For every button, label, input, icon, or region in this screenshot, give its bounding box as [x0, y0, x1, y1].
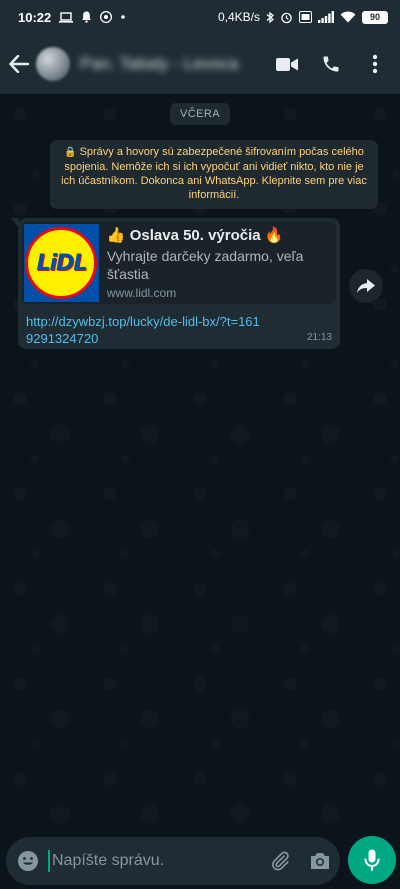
message-time: 21:13: [306, 332, 332, 343]
more-options-button[interactable]: [362, 51, 388, 77]
microphone-icon: [364, 849, 380, 871]
chrome-icon: [100, 11, 113, 23]
preview-title: 👍 Oslava 50. výročia 🔥: [106, 227, 284, 244]
date-divider: VČERA: [170, 103, 230, 125]
back-button[interactable]: [2, 34, 36, 94]
lock-icon: 🔒: [64, 147, 77, 158]
preview-description: Vyhrajte darčeky zadarmo, veľa šťastia: [106, 248, 304, 282]
bell-icon: [81, 11, 92, 23]
emoji-button[interactable]: [8, 837, 48, 885]
message-input-box[interactable]: [6, 837, 340, 885]
paperclip-icon: [272, 851, 289, 871]
bluetooth-icon: [266, 11, 274, 24]
arrow-back-icon: [9, 55, 29, 73]
status-bar: 10:22 0,4KB/s 90: [0, 0, 400, 34]
encryption-notice-text: Správy a hovory sú zabezpečené šifrovaní…: [61, 146, 367, 201]
dot-icon: [120, 14, 126, 20]
emoji-icon: [18, 851, 38, 871]
signal-icon: [318, 11, 334, 23]
voice-call-button[interactable]: [318, 51, 344, 77]
message-input[interactable]: [48, 850, 260, 872]
more-vert-icon: [372, 54, 378, 74]
video-camera-icon: [276, 57, 298, 71]
link-preview[interactable]: LiDL 👍 Oslava 50. výročia 🔥 Vyhrajte dar…: [22, 222, 336, 304]
camera-button[interactable]: [300, 837, 340, 885]
network-speed: 0,4KB/s: [217, 10, 260, 24]
contact-name[interactable]: Pan. Tabaly - Levoca: [80, 54, 238, 74]
composer: [0, 835, 400, 889]
chat-area[interactable]: VČERA 🔒 Správy a hovory sú zabezpečené ši…: [0, 94, 400, 835]
wifi-icon: [340, 11, 356, 23]
forward-button[interactable]: [349, 269, 383, 303]
laptop-icon: [59, 11, 74, 23]
volte-icon: [299, 11, 312, 23]
lidl-logo: LiDL: [24, 224, 99, 302]
video-call-button[interactable]: [274, 51, 300, 77]
attach-button[interactable]: [260, 837, 300, 885]
voice-message-button[interactable]: [348, 836, 396, 884]
logo-text: LiDL: [36, 250, 88, 276]
alarm-icon: [280, 11, 293, 24]
battery-indicator: 90: [362, 10, 388, 24]
status-time: 10:22: [18, 9, 52, 25]
phone-icon: [323, 56, 339, 72]
camera-icon: [311, 853, 329, 869]
forward-icon: [357, 279, 375, 293]
preview-domain: www.lidl.com: [106, 286, 177, 300]
chat-header: Pan. Tabaly - Levoca: [0, 34, 400, 94]
message-bubble[interactable]: LiDL 👍 Oslava 50. výročia 🔥 Vyhrajte dar…: [11, 218, 340, 349]
avatar[interactable]: [36, 47, 70, 81]
encryption-notice[interactable]: 🔒 Správy a hovory sú zabezpečené šifrovan…: [50, 140, 378, 209]
message-link[interactable]: http://dzywbzj.top/lucky/de-lidl-bx/?t=1…: [26, 313, 266, 347]
